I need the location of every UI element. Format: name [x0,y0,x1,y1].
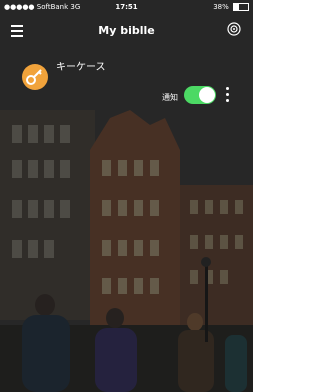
status-bar: ●●●●● SoftBank 3G 17:51 38% [0,0,253,14]
app-screen: ●●●●● SoftBank 3G 17:51 38% My biblle キー… [0,0,253,392]
notify-label: 通知 [162,93,178,102]
toggle-knob [199,87,215,103]
battery-icon [233,3,249,11]
target-icon[interactable] [227,22,241,36]
battery-status: 38% [213,3,249,11]
device-name: キーケース [56,62,106,73]
nav-bar: My biblle [0,16,253,46]
page-title: My biblle [98,24,155,37]
notify-toggle[interactable] [184,86,216,104]
key-icon [22,64,48,90]
more-options-icon[interactable] [226,87,230,105]
battery-percent: 38% [213,3,229,11]
